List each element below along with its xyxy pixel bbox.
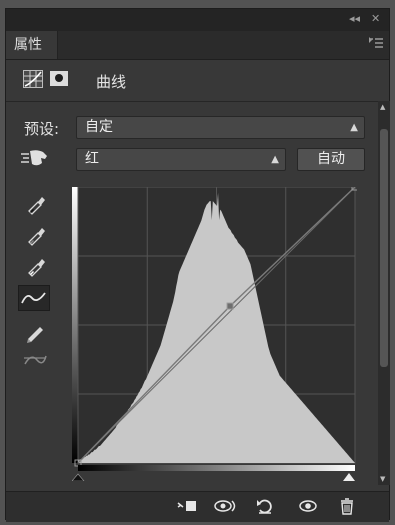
auto-button[interactable]: 自动 bbox=[297, 148, 365, 171]
pencil-draw-icon[interactable] bbox=[21, 319, 49, 343]
black-point-slider[interactable] bbox=[71, 473, 85, 482]
scroll-thumb[interactable] bbox=[380, 129, 388, 367]
view-previous-state-icon[interactable] bbox=[213, 497, 236, 517]
panel-tab-row: 属性 bbox=[6, 31, 389, 60]
scroll-down-icon[interactable]: ▼ bbox=[380, 475, 385, 483]
panel-title-bar: ◂◂ ✕ bbox=[6, 9, 389, 31]
close-panel-icon[interactable]: ✕ bbox=[371, 12, 380, 25]
sample-gray-eyedropper-icon[interactable] bbox=[21, 222, 49, 246]
target-adjust-hand-icon[interactable] bbox=[19, 146, 53, 170]
input-gradient-bar bbox=[78, 465, 355, 471]
tab-properties[interactable]: 属性 bbox=[6, 31, 58, 59]
channel-dropdown[interactable]: 红 ▲ bbox=[76, 148, 286, 171]
dropdown-arrow-icon: ▲ bbox=[271, 154, 279, 165]
layer-mask-icon[interactable] bbox=[50, 71, 68, 86]
visibility-eye-icon[interactable] bbox=[297, 497, 319, 517]
delete-trash-icon[interactable] bbox=[336, 497, 358, 517]
smooth-curve-icon[interactable] bbox=[21, 348, 49, 372]
panel-menu-icon[interactable] bbox=[369, 37, 383, 51]
properties-panel: ◂◂ ✕ 属性 曲线 预设: 自定 ▲ 红 ▲ 自动 ▲ ▼ bbox=[5, 8, 390, 522]
scroll-up-icon[interactable]: ▲ bbox=[380, 103, 385, 111]
channel-value: 红 bbox=[85, 151, 99, 167]
panel-footer bbox=[6, 491, 389, 522]
curve-control-point[interactable] bbox=[226, 302, 234, 310]
curves-adjustment-icon[interactable] bbox=[23, 70, 43, 88]
collapse-panel-icon[interactable]: ◂◂ bbox=[349, 12, 360, 25]
reset-icon[interactable] bbox=[254, 497, 276, 517]
adjustment-title: 曲线 bbox=[96, 73, 127, 91]
curve-edit-points-icon[interactable] bbox=[18, 285, 50, 311]
dropdown-arrow-icon: ▲ bbox=[350, 122, 358, 133]
preset-label: 预设: bbox=[24, 120, 60, 138]
preset-value: 自定 bbox=[85, 119, 113, 135]
sample-white-eyedropper-icon[interactable] bbox=[21, 253, 49, 277]
adjustment-header: 曲线 bbox=[6, 59, 389, 102]
sample-black-eyedropper-icon[interactable] bbox=[21, 191, 49, 215]
output-gradient-bar bbox=[72, 187, 78, 463]
curves-graph[interactable] bbox=[71, 183, 359, 482]
white-point-slider[interactable] bbox=[343, 473, 355, 481]
preset-dropdown[interactable]: 自定 ▲ bbox=[76, 116, 365, 139]
clip-to-layer-icon[interactable] bbox=[176, 497, 198, 517]
panel-scrollbar[interactable]: ▲ ▼ bbox=[378, 101, 390, 485]
